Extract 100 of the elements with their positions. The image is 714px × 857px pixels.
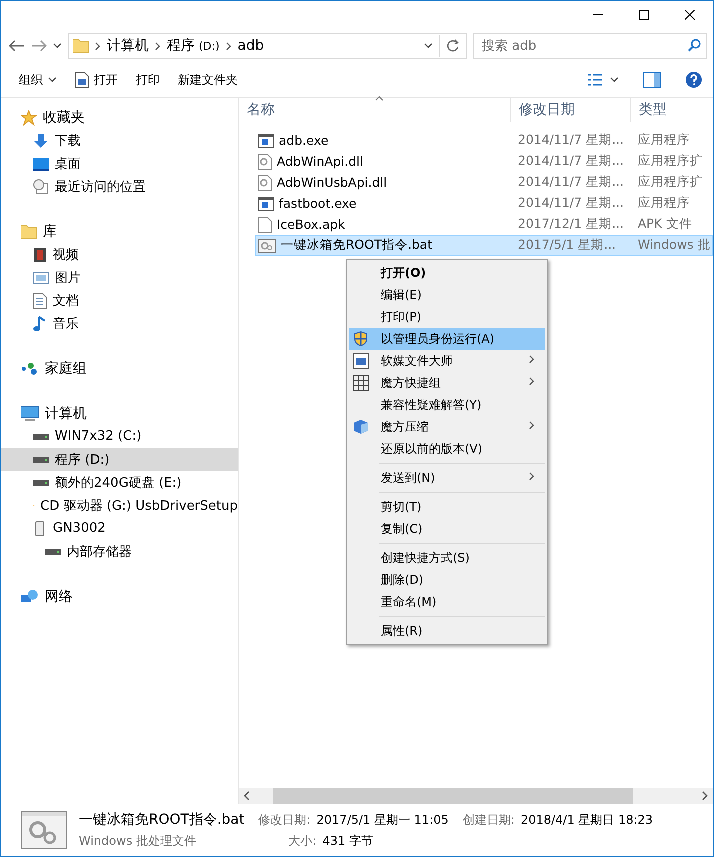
nav-item[interactable]: 网络	[1, 585, 238, 608]
nav-item[interactable]: 家庭组	[1, 357, 238, 380]
recent-dropdown[interactable]	[53, 43, 62, 49]
grid-icon	[353, 375, 369, 391]
menu-item[interactable]: 兼容性疑难解答(Y)	[349, 394, 545, 416]
type-cell-text: 应用程序扩	[638, 153, 704, 170]
toolbar-button[interactable]: 打印	[136, 72, 172, 88]
file-row[interactable]: fastboot.exe 2014/11/7 星期... 应用程序	[255, 193, 713, 214]
date-cell-text: 2014/11/7 星期...	[518, 195, 625, 212]
help-button[interactable]	[685, 71, 703, 89]
detail-field: 大小: 431 字节	[258, 832, 449, 850]
menu-item[interactable]: 还原以前的版本(V)	[349, 438, 545, 460]
caret-icon	[53, 43, 62, 49]
gear-document-icon	[258, 174, 272, 190]
menu-item[interactable]: 编辑(E)	[349, 284, 545, 306]
nav-item[interactable]: 视频	[1, 243, 238, 266]
horizontal-scrollbar[interactable]	[239, 788, 713, 804]
menu-item[interactable]: 属性(R)	[349, 620, 545, 642]
menu-item[interactable]: 以管理员身份运行(A)	[349, 328, 545, 350]
window-icon	[75, 72, 89, 88]
drive-icon	[33, 432, 49, 440]
menu-item[interactable]: 软媒文件大师	[349, 350, 545, 372]
menu-item[interactable]: 发送到(N)	[349, 467, 545, 489]
file-name: fastboot.exe	[279, 196, 357, 211]
nav-item[interactable]: 最近访问的位置	[1, 175, 238, 198]
nav-item[interactable]: WIN7x32 (C:)	[1, 425, 238, 448]
detail-field: 修改日期: 2017/5/1 星期一 11:05	[258, 812, 449, 828]
breadcrumb[interactable]: adb	[238, 38, 264, 54]
nav-item[interactable]: 库	[1, 220, 238, 243]
gear-window-icon	[258, 238, 276, 252]
search-field[interactable]: 搜索 adb	[473, 33, 707, 59]
type-cell-text: 应用程序	[638, 132, 691, 149]
menu-item[interactable]: 复制(C)	[349, 518, 545, 540]
menu-item[interactable]: 重命名(M)	[349, 591, 545, 613]
chevron-icon	[529, 421, 535, 430]
file-row[interactable]: AdbWinApi.dll 2014/11/7 星期... 应用程序扩	[255, 151, 713, 172]
menu-item[interactable]: 打印(P)	[349, 306, 545, 328]
back-button[interactable]	[9, 40, 25, 52]
nav-item[interactable]: 图片	[1, 266, 238, 289]
phone-icon	[33, 520, 47, 536]
monitor-icon	[33, 156, 49, 170]
nav-item[interactable]: 计算机	[1, 402, 238, 425]
forward-button[interactable]	[31, 40, 47, 52]
toolbar-button[interactable]: 打开	[75, 72, 130, 88]
menu-item[interactable]: 打开(O)	[349, 262, 545, 284]
caret-icon	[48, 77, 57, 83]
gear-document-icon	[258, 154, 272, 170]
window-icon	[258, 196, 274, 210]
file-name: AdbWinUsbApi.dll	[277, 175, 388, 190]
nav-item[interactable]: 收藏夹	[1, 106, 238, 129]
file-type: Windows 批处理文件	[79, 832, 198, 850]
chevron-icon	[226, 42, 232, 50]
file-row[interactable]: AdbWinUsbApi.dll 2014/11/7 星期... 应用程序扩	[255, 172, 713, 193]
drive-icon	[45, 548, 61, 556]
column-header[interactable]: 名称	[239, 98, 511, 122]
file-row[interactable]: IceBox.apk 2017/12/1 星期... APK 文件	[255, 214, 713, 235]
menu-item[interactable]: 删除(D)	[349, 569, 545, 591]
cube-icon	[353, 419, 369, 435]
file-row[interactable]: 一键冰箱免ROOT指令.bat 2017/5/1 星期... Windows 批	[255, 235, 713, 256]
music-note-icon	[33, 316, 47, 332]
nav-item[interactable]: 下载	[1, 129, 238, 152]
column-header[interactable]: 修改日期	[511, 98, 631, 122]
date-cell-text: 2014/11/7 星期...	[518, 132, 625, 149]
picture-icon	[33, 270, 49, 284]
address-bar[interactable]: 计算机 程序 (D:) adb	[68, 33, 467, 59]
toolbar-button[interactable]: 组织	[19, 72, 69, 88]
nav-item[interactable]: 桌面	[1, 152, 238, 175]
document-icon	[258, 216, 272, 232]
nav-item[interactable]: 内部存储器	[1, 540, 238, 563]
chevron-icon	[529, 377, 535, 386]
breadcrumb[interactable]: 计算机	[107, 37, 149, 55]
date-cell-text: 2014/11/7 星期...	[518, 153, 625, 170]
type-cell-text: Windows 批	[638, 237, 712, 254]
breadcrumb[interactable]: 程序 (D:)	[167, 37, 220, 55]
file-row[interactable]: adb.exe 2014/11/7 星期... 应用程序	[255, 130, 713, 151]
nav-item[interactable]: GN3002	[1, 517, 238, 540]
search-icon	[688, 39, 701, 52]
star-icon	[21, 110, 37, 126]
close-icon	[685, 10, 695, 20]
file-name: adb.exe	[279, 133, 329, 148]
nav-item[interactable]: 额外的240G硬盘 (E:)	[1, 471, 238, 494]
menu-item[interactable]: 魔方快捷组	[349, 372, 545, 394]
menu-item[interactable]: 创建快捷方式(S)	[349, 547, 545, 569]
nav-item[interactable]: CD 驱动器 (G:) UsbDriverSetup	[1, 494, 238, 517]
network-icon	[21, 588, 39, 604]
toolbar-button[interactable]: 新建文件夹	[178, 72, 250, 88]
nav-item[interactable]: 文档	[1, 289, 238, 312]
type-cell-text: 应用程序	[638, 195, 691, 212]
gear-window-icon	[21, 811, 67, 849]
menu-item[interactable]: 魔方压缩	[349, 416, 545, 438]
chevron-icon	[95, 42, 101, 50]
drive-icon	[33, 456, 49, 464]
view-options-button[interactable]	[588, 74, 619, 86]
nav-item[interactable]: 程序 (D:)	[1, 448, 238, 471]
nav-item[interactable]: 音乐	[1, 312, 238, 335]
menu-item[interactable]: 剪切(T)	[349, 496, 545, 518]
column-header[interactable]: 类型	[631, 98, 713, 122]
preview-pane-button[interactable]	[643, 72, 661, 88]
document-icon	[33, 292, 47, 308]
file-name: 一键冰箱免ROOT指令.bat	[281, 237, 432, 254]
